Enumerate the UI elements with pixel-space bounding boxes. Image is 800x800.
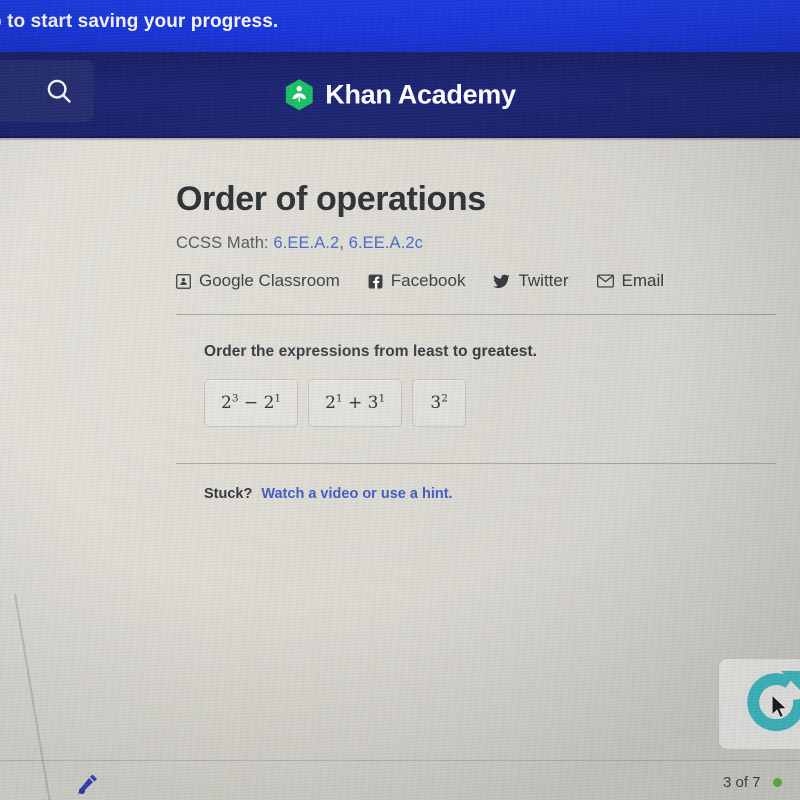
brand-name: Khan Academy bbox=[325, 79, 516, 110]
expression-tiles-list: 23 − 21 21 + 31 32 bbox=[204, 379, 776, 428]
expression-tile-2-text: 21 + 31 bbox=[325, 392, 386, 413]
envelope-icon bbox=[596, 274, 614, 288]
exercise-content: Order of operations CCSS Math: 6.EE.A.2,… bbox=[176, 180, 776, 502]
progress-indicator: 3 of 7 bbox=[723, 774, 782, 791]
search-button[interactable] bbox=[0, 60, 94, 122]
standards-separator: , bbox=[339, 234, 349, 253]
footer-divider bbox=[0, 760, 800, 761]
share-facebook-label: Facebook bbox=[390, 271, 466, 291]
status-dot-green bbox=[772, 778, 782, 787]
twitter-bird-icon bbox=[493, 274, 511, 289]
progress-count-label: 3 of 7 bbox=[723, 774, 761, 791]
facebook-icon bbox=[368, 274, 383, 289]
google-classroom-icon bbox=[176, 274, 191, 289]
monitor-bezel-edge bbox=[14, 593, 59, 800]
watch-video-or-hint-link[interactable]: Watch a video or use a hint. bbox=[261, 486, 452, 502]
expression-tile-2[interactable]: 21 + 31 bbox=[308, 379, 403, 428]
expression-tile-1[interactable]: 23 − 21 bbox=[204, 379, 299, 428]
share-email-button[interactable]: Email bbox=[596, 271, 665, 291]
search-icon bbox=[44, 76, 74, 106]
promo-banner-label: p to start saving your progress. bbox=[0, 11, 279, 32]
standard-link-1[interactable]: 6.EE.A.2 bbox=[273, 234, 339, 252]
hint-row: Stuck? Watch a video or use a hint. bbox=[176, 464, 776, 502]
standard-link-2[interactable]: 6.EE.A.2c bbox=[349, 234, 423, 252]
exercise-question-area: Order the expressions from least to grea… bbox=[176, 315, 776, 463]
khan-academy-leaf-logo-icon bbox=[284, 79, 314, 112]
expression-tile-1-text: 23 − 21 bbox=[221, 392, 282, 413]
expression-tile-3[interactable]: 32 bbox=[412, 379, 467, 428]
share-google-classroom-button[interactable]: Google Classroom bbox=[176, 271, 340, 291]
standards-line: CCSS Math: 6.EE.A.2, 6.EE.A.2c bbox=[176, 234, 776, 253]
exercise-page: Order of operations CCSS Math: 6.EE.A.2,… bbox=[0, 139, 800, 800]
site-header: Khan Academy bbox=[0, 52, 800, 138]
share-row: Google Classroom Facebook Twitter Email bbox=[176, 271, 776, 291]
expression-tile-3-text: 32 bbox=[430, 392, 448, 413]
retry-refresh-button[interactable] bbox=[718, 658, 800, 750]
refresh-retry-circular-arrow-icon bbox=[737, 669, 800, 749]
share-facebook-button[interactable]: Facebook bbox=[368, 271, 466, 291]
share-google-classroom-label: Google Classroom bbox=[199, 271, 340, 291]
share-twitter-button[interactable]: Twitter bbox=[493, 271, 569, 291]
promo-banner-text: p to start saving your progress. bbox=[0, 11, 278, 33]
share-email-label: Email bbox=[621, 271, 665, 291]
exercise-spacer bbox=[204, 427, 776, 463]
brand-home-link[interactable]: Khan Academy bbox=[284, 79, 516, 112]
page-title: Order of operations bbox=[176, 180, 486, 218]
standards-label: CCSS Math: bbox=[176, 234, 269, 253]
share-twitter-label: Twitter bbox=[518, 271, 569, 291]
question-prompt: Order the expressions from least to grea… bbox=[204, 343, 538, 361]
stuck-label: Stuck? bbox=[204, 486, 253, 503]
signup-promo-banner[interactable]: p to start saving your progress. bbox=[0, 0, 800, 52]
khan-academy-exercise-screenshot: p to start saving your progress. Khan Ac… bbox=[0, 0, 800, 800]
pen-annotation-icon[interactable] bbox=[74, 772, 100, 800]
